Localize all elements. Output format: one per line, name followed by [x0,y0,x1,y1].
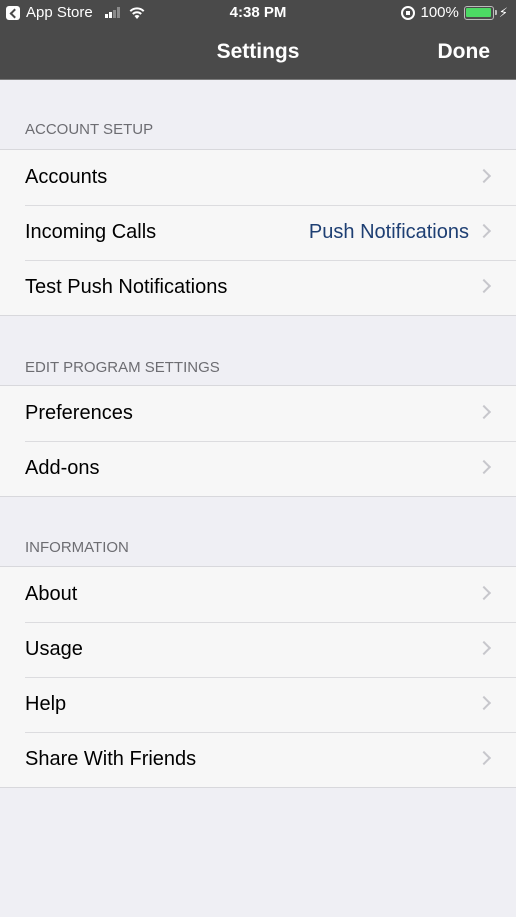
cell-usage[interactable]: Usage [0,622,516,677]
battery-icon [463,5,497,20]
chevron-right-icon [476,168,492,184]
group-account-setup: Accounts Incoming Calls Push Notificatio… [0,149,516,316]
cell-label: Usage [25,638,83,660]
rotation-lock-icon [401,5,416,20]
cell-label: Help [25,693,67,715]
cell-accounts[interactable]: Accounts [0,150,516,205]
settings-list: ACCOUNT SETUP Accounts Incoming Calls Pu… [0,81,516,788]
cell-share-with-friends[interactable]: Share With Friends [0,732,516,787]
chevron-right-icon [476,278,492,294]
chevron-right-icon [476,640,492,656]
cell-label: Test Push Notifications [25,276,228,298]
battery-fill [466,8,492,17]
chevron-right-icon [476,404,492,420]
cell-preferences[interactable]: Preferences [0,386,516,441]
status-bar: App Store 4:38 PM 100% ⚡︎ [0,0,516,28]
status-right: 100% ⚡︎ [401,4,508,21]
cell-add-ons[interactable]: Add-ons [0,441,516,496]
cell-label: Share With Friends [25,748,197,770]
battery-percent: 100% [420,4,459,21]
cell-label: Accounts [25,166,108,188]
chevron-right-icon [476,459,492,475]
section-header-edit-program-settings: EDIT PROGRAM SETTINGS [25,359,220,376]
chevron-right-icon [476,223,492,239]
cell-label: Incoming Calls [25,221,157,243]
cell-incoming-calls[interactable]: Incoming Calls Push Notifications [0,205,516,260]
done-button[interactable]: Done [438,40,491,64]
chevron-right-icon [476,750,492,766]
cell-test-push-notifications[interactable]: Test Push Notifications [0,260,516,315]
chevron-right-icon [476,695,492,711]
section-header-information: INFORMATION [25,539,129,556]
cell-detail-value: Push Notifications [308,221,469,243]
cell-about[interactable]: About [0,567,516,622]
charging-icon: ⚡︎ [498,4,508,20]
section-header-account-setup: ACCOUNT SETUP [25,121,154,138]
cell-help[interactable]: Help [0,677,516,732]
group-edit-program-settings: Preferences Add-ons [0,385,516,497]
group-information: About Usage Help Share With Friends [0,566,516,788]
cell-label: Preferences [25,402,133,424]
cell-label: About [25,583,78,605]
chevron-right-icon [476,585,492,601]
navigation-bar: Settings Done [0,28,516,80]
cell-label: Add-ons [25,457,100,479]
